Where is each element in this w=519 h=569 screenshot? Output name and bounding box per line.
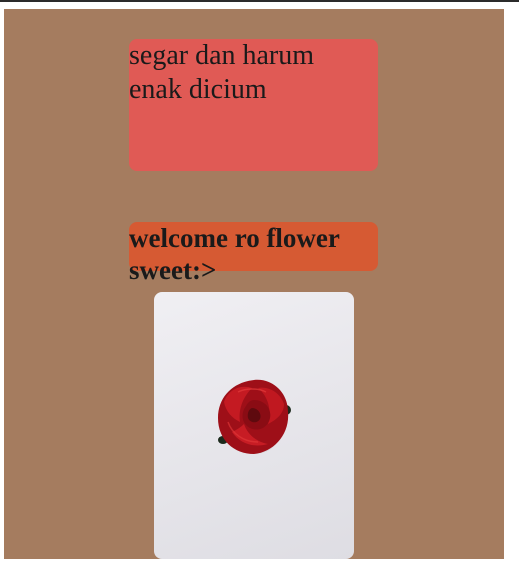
scent-line-1: segar dan harum [129,40,315,71]
red-rose-icon [218,379,291,454]
welcome-card: welcome ro flower sweet:> [129,222,378,285]
welcome-heading: welcome ro flower sweet:> [129,223,340,285]
scent-description-card: segar dan harum enak dicium [129,39,378,171]
top-border [0,0,519,2]
page-container: segar dan harum enak dicium welcome ro f… [4,9,504,559]
scent-line-2: enak dicium [129,74,267,105]
rose-photo [154,292,354,559]
